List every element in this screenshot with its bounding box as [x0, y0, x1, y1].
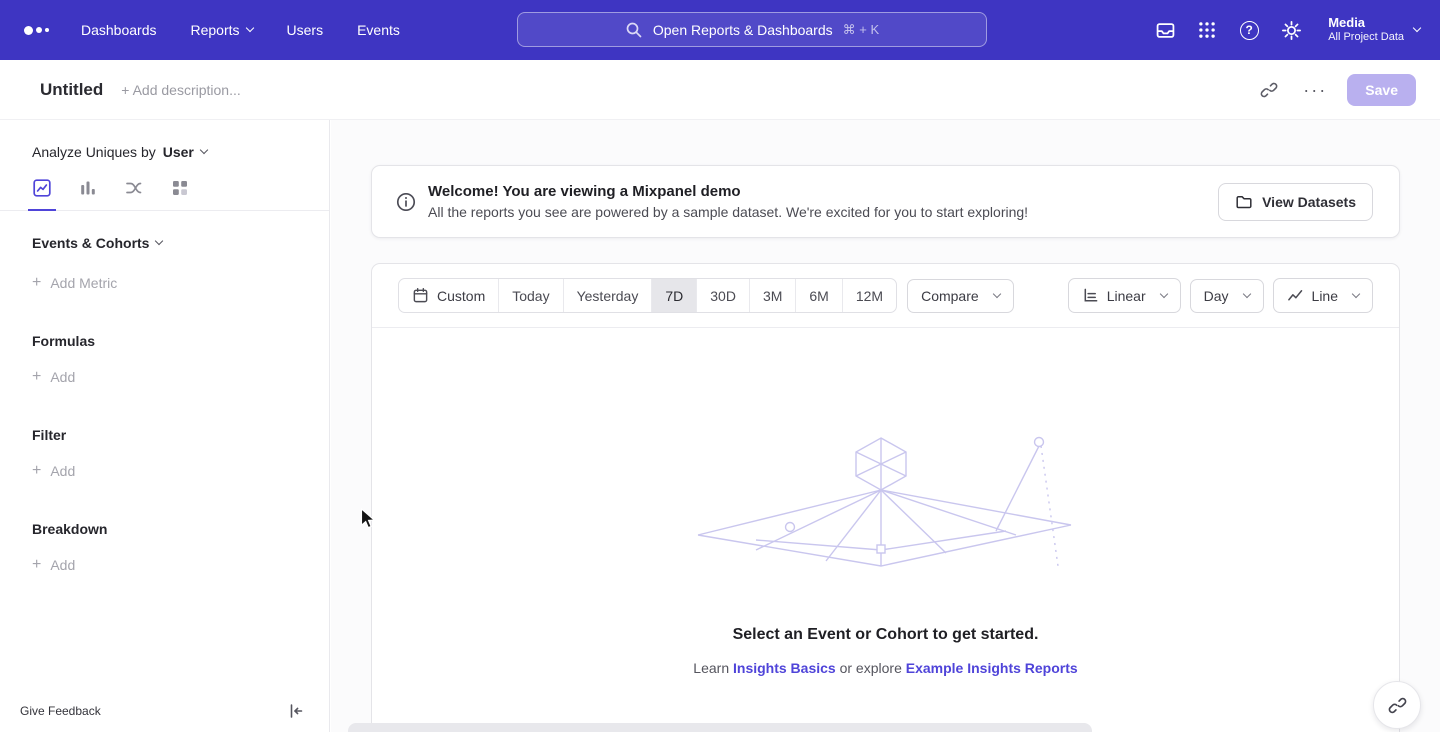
- add-description[interactable]: + Add description...: [121, 82, 240, 98]
- funnels-bars-icon: [78, 178, 98, 198]
- plus-icon: +: [32, 464, 41, 478]
- date-range-7d[interactable]: 7D: [651, 279, 696, 312]
- nav-events[interactable]: Events: [357, 22, 400, 38]
- scale-dropdown[interactable]: Linear: [1068, 278, 1181, 313]
- retention-grid-icon: [170, 178, 190, 198]
- analyze-row: Analyze Uniques by User: [0, 120, 329, 160]
- empty-state-title: Select an Event or Cohort to get started…: [733, 626, 1039, 644]
- example-reports-link[interactable]: Example Insights Reports: [906, 660, 1078, 676]
- banner-text: Welcome! You are viewing a Mixpanel demo…: [428, 183, 1028, 220]
- mixpanel-logo[interactable]: [24, 26, 49, 35]
- chevron-down-icon: [1352, 290, 1360, 298]
- chevron-down-icon: [245, 24, 253, 32]
- date-range-30d[interactable]: 30D: [696, 279, 749, 312]
- demo-banner: Welcome! You are viewing a Mixpanel demo…: [371, 165, 1400, 238]
- settings-gear-icon[interactable]: [1280, 19, 1302, 41]
- project-switcher[interactable]: Media All Project Data: [1328, 15, 1420, 45]
- analyze-label: Analyze Uniques by: [32, 144, 156, 160]
- inbox-icon[interactable]: [1154, 19, 1176, 41]
- project-subtitle: All Project Data: [1328, 31, 1404, 45]
- chevron-down-icon: [1159, 290, 1167, 298]
- chevron-down-icon: [992, 290, 1000, 298]
- plus-icon: +: [32, 370, 41, 384]
- top-nav: Dashboards Reports Users Events Open Rep…: [0, 0, 1440, 60]
- tab-funnels[interactable]: [78, 178, 98, 210]
- query-builder-sidebar: Analyze Uniques by User Events & Cohorts…: [0, 120, 330, 732]
- formulas-section: Formulas: [0, 333, 329, 349]
- search-shortcut: ⌘ + K: [843, 22, 880, 38]
- copy-link-icon[interactable]: [1255, 76, 1283, 104]
- search-placeholder: Open Reports & Dashboards: [653, 22, 833, 38]
- chart-type-dropdown[interactable]: Line: [1273, 278, 1373, 313]
- add-breakdown-button[interactable]: + Add: [0, 557, 329, 573]
- folder-icon: [1235, 193, 1253, 211]
- link-icon: [1388, 696, 1407, 715]
- primary-nav: Dashboards Reports Users Events: [81, 22, 400, 38]
- share-link-fab[interactable]: [1373, 681, 1421, 729]
- top-nav-right: ? Media All Project Data: [1154, 0, 1420, 60]
- events-cohorts-section[interactable]: Events & Cohorts: [0, 235, 329, 251]
- breakdown-section: Breakdown: [0, 521, 329, 537]
- plus-icon: +: [32, 276, 41, 290]
- banner-body: All the reports you see are powered by a…: [428, 204, 1028, 220]
- filter-section: Filter: [0, 427, 329, 443]
- linear-scale-icon: [1082, 287, 1099, 304]
- nav-dashboards[interactable]: Dashboards: [81, 22, 157, 38]
- sidebar-footer: Give Feedback: [0, 688, 329, 732]
- insights-chart-icon: [32, 178, 52, 198]
- bottom-panel-edge[interactable]: [348, 723, 1092, 732]
- chart-display-controls: Linear Day Line: [1068, 278, 1373, 313]
- info-icon: [396, 192, 416, 212]
- date-range-custom[interactable]: Custom: [399, 279, 498, 312]
- nav-reports[interactable]: Reports: [191, 22, 253, 38]
- nav-users[interactable]: Users: [287, 22, 324, 38]
- date-range-12m[interactable]: 12M: [842, 279, 896, 312]
- tab-insights[interactable]: [32, 178, 52, 210]
- project-name: Media: [1328, 15, 1404, 31]
- flows-icon: [124, 178, 144, 198]
- report-header: Untitled + Add description... ··· Save: [0, 60, 1440, 120]
- global-search[interactable]: Open Reports & Dashboards ⌘ + K: [517, 12, 987, 47]
- chevron-down-icon: [155, 237, 163, 245]
- empty-state-illustration: [696, 428, 1076, 578]
- date-range-6m[interactable]: 6M: [795, 279, 841, 312]
- tab-retention[interactable]: [170, 178, 190, 210]
- help-icon[interactable]: ?: [1238, 19, 1260, 41]
- granularity-dropdown[interactable]: Day: [1190, 279, 1264, 313]
- more-menu-icon[interactable]: ···: [1301, 76, 1329, 104]
- date-range-today[interactable]: Today: [498, 279, 562, 312]
- add-filter-button[interactable]: + Add: [0, 463, 329, 479]
- add-metric-button[interactable]: + Add Metric: [0, 275, 329, 291]
- calendar-icon: [412, 287, 429, 304]
- save-button[interactable]: Save: [1347, 74, 1416, 106]
- collapse-sidebar-icon[interactable]: [287, 702, 305, 720]
- line-chart-icon: [1287, 287, 1304, 304]
- report-card: Custom Today Yesterday 7D 30D 3M 6M 12M …: [371, 263, 1400, 732]
- chevron-down-icon: [200, 146, 208, 154]
- insights-basics-link[interactable]: Insights Basics: [733, 660, 836, 676]
- tab-flows[interactable]: [124, 178, 144, 210]
- report-actions: ··· Save: [1255, 74, 1416, 106]
- report-type-tabs: [0, 160, 329, 211]
- plus-icon: +: [32, 558, 41, 572]
- chevron-down-icon: [1413, 24, 1421, 32]
- empty-chart-state: Select an Event or Cohort to get started…: [372, 328, 1399, 732]
- date-range-yesterday[interactable]: Yesterday: [563, 279, 652, 312]
- compare-dropdown[interactable]: Compare: [907, 279, 1014, 313]
- date-range-3m[interactable]: 3M: [749, 279, 795, 312]
- apps-grid-icon[interactable]: [1196, 19, 1218, 41]
- empty-state-subtitle: Learn Insights Basics or explore Example…: [693, 660, 1077, 676]
- give-feedback-link[interactable]: Give Feedback: [20, 704, 101, 718]
- chevron-down-icon: [1242, 290, 1250, 298]
- banner-title: Welcome! You are viewing a Mixpanel demo: [428, 183, 1028, 200]
- date-range-segmented-control: Custom Today Yesterday 7D 30D 3M 6M 12M: [398, 278, 897, 313]
- search-icon: [625, 21, 643, 39]
- chart-controls: Custom Today Yesterday 7D 30D 3M 6M 12M …: [372, 264, 1399, 328]
- view-datasets-button[interactable]: View Datasets: [1218, 183, 1373, 221]
- add-formula-button[interactable]: + Add: [0, 369, 329, 385]
- report-main: Welcome! You are viewing a Mixpanel demo…: [331, 120, 1440, 732]
- analyze-entity-dropdown[interactable]: User: [163, 144, 207, 160]
- report-title[interactable]: Untitled: [40, 80, 103, 100]
